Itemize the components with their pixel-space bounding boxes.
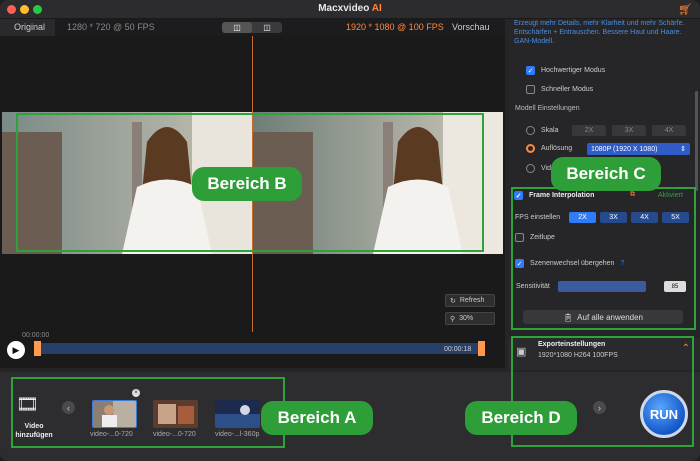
app-title: Macxvideo AI <box>318 3 382 14</box>
trim-end-handle[interactable] <box>478 341 485 356</box>
annotation-label-a: Bereich A <box>261 401 373 435</box>
time-start: 00:00:00 <box>22 332 50 339</box>
annotation-box-c <box>511 187 696 330</box>
zoom-button[interactable]: ⚲ 30% <box>445 312 495 325</box>
scale-2x[interactable]: 2X <box>572 125 606 136</box>
fast-mode-option[interactable]: Schneller Modus <box>526 85 593 94</box>
annotation-box-a <box>11 377 285 448</box>
title-bar: Macxvideo AI 🛒︎ <box>0 0 700 19</box>
radio-icon[interactable] <box>526 144 535 153</box>
timeline-bar[interactable] <box>35 343 485 354</box>
scale-4x[interactable]: 4X <box>652 125 686 136</box>
model-settings-heading: Modell Einstellungen <box>515 105 580 112</box>
output-info: 1920 * 1080 @ 100 FPS <box>346 22 444 32</box>
chevron-updown-icon: ⇕ <box>680 146 686 153</box>
cart-icon[interactable]: 🛒︎ <box>678 3 692 16</box>
view-mode-toggle[interactable]: ◫ ◫ <box>222 22 282 33</box>
resolution-select[interactable]: 1080P (1920 X 1080) ⇕ <box>587 143 690 155</box>
tab-original[interactable]: Original <box>0 19 55 36</box>
settings-scrollbar[interactable] <box>695 91 698 191</box>
model-description: Erzeugt mehr Details, mehr Klarheit und … <box>514 20 685 45</box>
resolution-option[interactable]: Auflösung <box>526 144 572 153</box>
refresh-button[interactable]: ↻ Refresh <box>445 294 495 307</box>
high-quality-option[interactable]: ✓ Hochwertiger Modus <box>526 66 605 75</box>
app-window: Macxvideo AI 🛒︎ Original 1280 * 720 @ 50… <box>0 0 700 461</box>
radio-icon[interactable] <box>526 164 535 173</box>
original-info: 1280 * 720 @ 50 FPS <box>67 22 155 32</box>
annotation-label-c: Bereich C <box>551 157 661 191</box>
side-by-side-icon[interactable]: ◫ <box>252 22 282 33</box>
radio-icon[interactable] <box>526 126 535 135</box>
checkbox-icon[interactable] <box>526 85 535 94</box>
vid-option[interactable]: Vid <box>526 164 551 173</box>
tab-preview[interactable]: Vorschau <box>452 22 490 32</box>
scale-option[interactable]: Skala <box>526 126 559 135</box>
play-button[interactable]: ▶ <box>7 341 25 359</box>
trim-start-handle[interactable] <box>34 341 41 356</box>
checkbox-icon[interactable]: ✓ <box>526 66 535 75</box>
annotation-label-d: Bereich D <box>465 401 577 435</box>
time-end: 00:00:18 <box>444 346 472 353</box>
zoom-icon: ⚲ <box>450 315 456 323</box>
annotation-label-b: Bereich B <box>192 167 302 201</box>
split-view-icon[interactable]: ◫ <box>222 22 252 33</box>
refresh-icon: ↻ <box>450 297 456 305</box>
scale-3x[interactable]: 3X <box>612 125 646 136</box>
preview-header: Original 1280 * 720 @ 50 FPS ◫ ◫ 1920 * … <box>0 19 505 36</box>
